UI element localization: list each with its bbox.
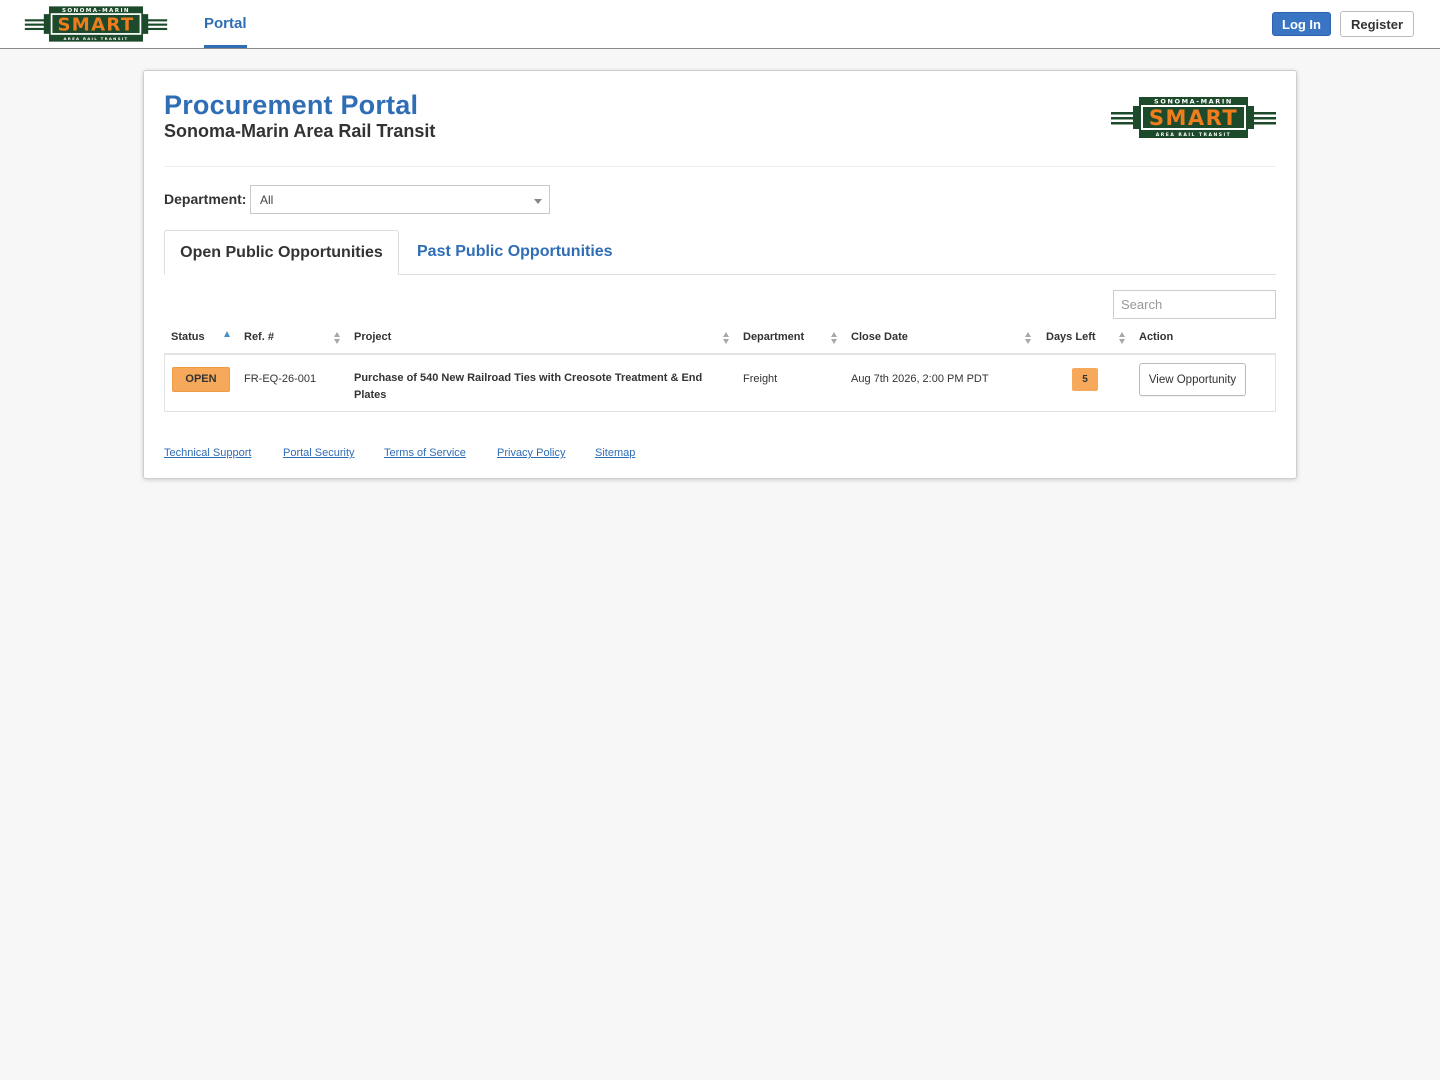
login-button[interactable]: Log In — [1272, 12, 1331, 36]
logo-bottom-text: AREA RAIL TRANSIT — [1156, 132, 1231, 138]
days-left-badge: 5 — [1072, 368, 1098, 391]
sort-ascending-icon[interactable] — [224, 331, 230, 337]
smart-logo-large: SONOMA-MARIN SMART AREA RAIL TRANSIT — [1111, 97, 1276, 138]
header-divider — [164, 166, 1276, 167]
view-opportunity-button[interactable]: View Opportunity — [1139, 363, 1246, 396]
column-header-close-date[interactable]: Close Date — [851, 331, 908, 343]
department-select-value: All — [260, 193, 274, 207]
tab-past-opportunities[interactable]: Past Public Opportunities — [417, 230, 613, 275]
department-label: Department: — [164, 191, 247, 207]
column-header-project[interactable]: Project — [354, 331, 391, 343]
tab-open-opportunities[interactable]: Open Public Opportunities — [164, 230, 399, 275]
logo-main-text: SMART — [1149, 106, 1238, 130]
close-date-cell: Aug 7th 2026, 2:00 PM PDT — [851, 373, 989, 385]
logo-bottom-text: AREA RAIL TRANSIT — [64, 36, 129, 41]
smart-logo[interactable]: SONOMA-MARIN SMART AREA RAIL TRANSIT — [24, 2, 168, 46]
footer-link-terms-of-service[interactable]: Terms of Service — [384, 447, 466, 459]
column-header-action: Action — [1139, 331, 1174, 343]
status-badge: OPEN — [172, 367, 230, 392]
department-cell: Freight — [743, 373, 778, 385]
page-title: Procurement Portal — [164, 90, 419, 120]
footer-link-technical-support[interactable]: Technical Support — [164, 447, 251, 459]
logo-top-text: SONOMA-MARIN — [62, 8, 130, 14]
footer-link-privacy-policy[interactable]: Privacy Policy — [497, 447, 565, 459]
column-header-status[interactable]: Status — [171, 331, 205, 343]
footer-link-sitemap[interactable]: Sitemap — [595, 447, 635, 459]
project-title: Purchase of 540 New Railroad Ties with C… — [354, 372, 703, 401]
sort-icon[interactable] — [1119, 332, 1126, 345]
logo-main-text: SMART — [57, 14, 134, 35]
register-button[interactable]: Register — [1340, 11, 1414, 37]
sort-icon[interactable] — [334, 332, 341, 345]
table-row — [164, 355, 1276, 412]
nav-tab-portal[interactable]: Portal — [204, 0, 247, 48]
footer-link-portal-security[interactable]: Portal Security — [283, 447, 355, 459]
logo-top-text: SONOMA-MARIN — [1154, 98, 1233, 106]
page-subtitle: Sonoma-Marin Area Rail Transit — [164, 121, 436, 141]
chevron-down-icon — [534, 199, 542, 204]
column-header-department[interactable]: Department — [743, 331, 804, 343]
column-header-ref[interactable]: Ref. # — [244, 331, 274, 343]
column-header-days-left[interactable]: Days Left — [1046, 331, 1096, 343]
sort-icon[interactable] — [831, 332, 838, 345]
search-input[interactable] — [1113, 290, 1276, 319]
ref-number: FR-EQ-26-001 — [244, 373, 317, 385]
sort-icon[interactable] — [1025, 332, 1032, 345]
department-select[interactable]: All — [250, 185, 550, 214]
sort-icon[interactable] — [723, 332, 730, 345]
